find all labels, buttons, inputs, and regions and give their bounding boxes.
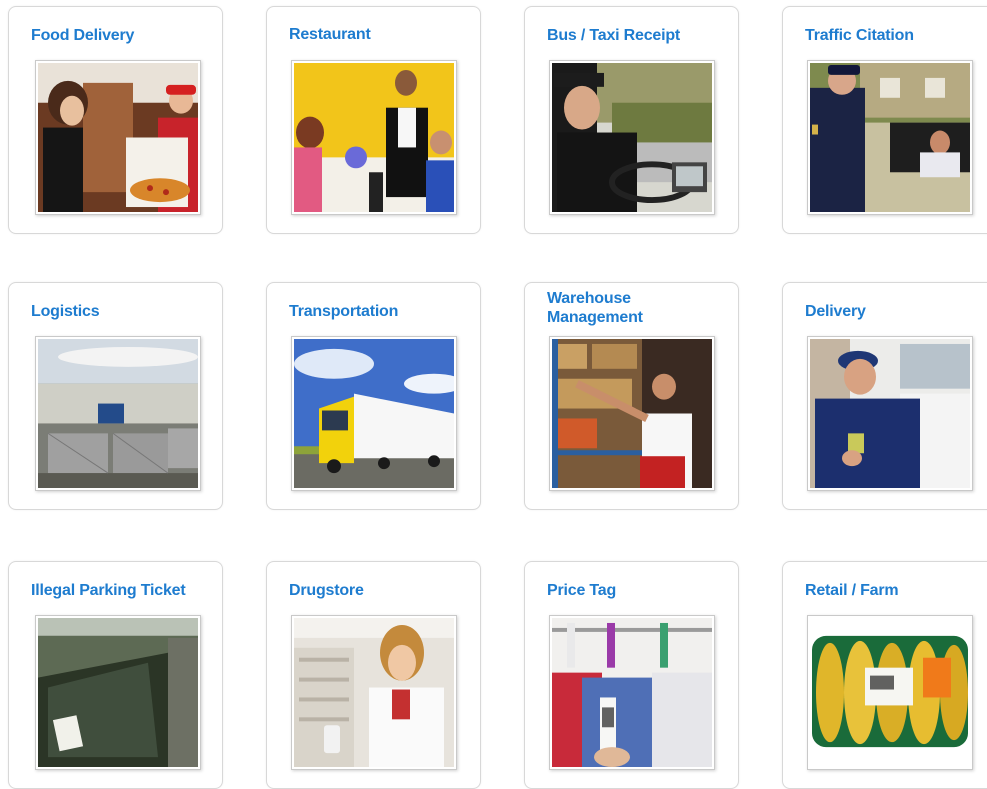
warehouse-photo[interactable] (549, 336, 715, 491)
card-illegal-parking-ticket[interactable]: Illegal Parking Ticket (8, 561, 223, 789)
card-title: Illegal Parking Ticket (31, 582, 186, 599)
card-restaurant[interactable]: Restaurant (266, 6, 481, 234)
card-transportation[interactable]: Transportation (266, 282, 481, 510)
logistics-photo[interactable] (35, 336, 201, 491)
restaurant-photo[interactable] (291, 60, 457, 215)
card-title: Food Delivery (31, 27, 135, 44)
bus-taxi-photo[interactable] (549, 60, 715, 215)
card-title: Logistics (31, 303, 100, 320)
card-food-delivery[interactable]: Food Delivery (8, 6, 223, 234)
delivery-photo[interactable] (807, 336, 973, 491)
card-bus-taxi-receipt[interactable]: Bus / Taxi Receipt (524, 6, 739, 234)
card-retail-farm[interactable]: Retail / Farm (782, 561, 987, 789)
food-delivery-photo[interactable] (35, 60, 201, 215)
card-title: Warehouse Management (547, 290, 643, 326)
card-traffic-citation[interactable]: Traffic Citation (782, 6, 987, 234)
card-drugstore[interactable]: Drugstore (266, 561, 481, 789)
traffic-citation-photo[interactable] (807, 60, 973, 215)
transportation-photo[interactable] (291, 336, 457, 491)
card-logistics[interactable]: Logistics (8, 282, 223, 510)
card-warehouse-management[interactable]: Warehouse Management (524, 282, 739, 510)
parking-ticket-photo[interactable] (35, 615, 201, 770)
card-title: Drugstore (289, 582, 364, 599)
card-title: Bus / Taxi Receipt (547, 27, 681, 44)
card-title: Price Tag (547, 582, 617, 599)
card-title: Restaurant (289, 26, 371, 43)
card-title: Traffic Citation (805, 27, 914, 44)
card-delivery[interactable]: Delivery (782, 282, 987, 510)
drugstore-photo[interactable] (291, 615, 457, 770)
card-title: Delivery (805, 303, 866, 320)
price-tag-photo[interactable] (549, 615, 715, 770)
retail-farm-photo[interactable] (807, 615, 973, 770)
card-title: Transportation (289, 303, 399, 320)
card-title: Retail / Farm (805, 582, 899, 599)
card-price-tag[interactable]: Price Tag (524, 561, 739, 789)
